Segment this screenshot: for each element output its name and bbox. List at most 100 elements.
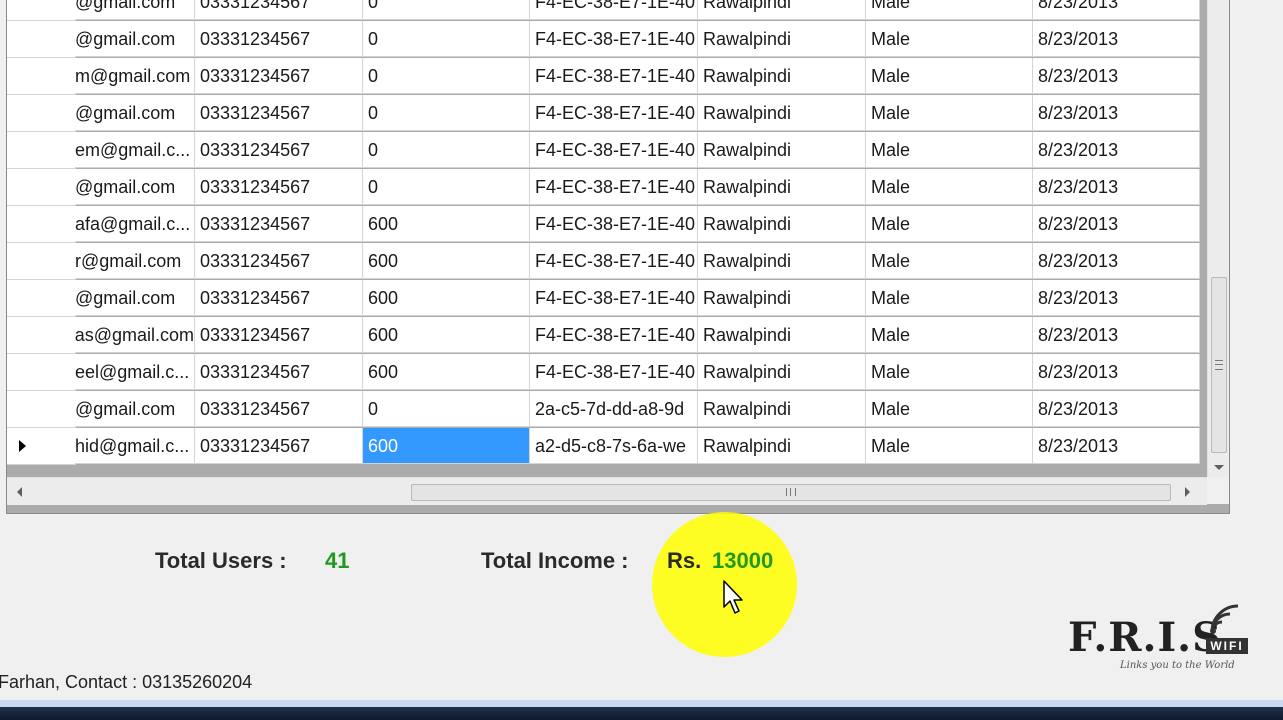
phone-cell[interactable]: 03331234567	[195, 95, 363, 131]
row-header[interactable]	[7, 243, 76, 280]
gender-cell[interactable]: Male	[866, 0, 1033, 20]
row-header[interactable]	[7, 132, 76, 169]
city-cell[interactable]: Rawalpindi	[698, 243, 866, 279]
city-cell[interactable]: Rawalpindi	[698, 391, 866, 427]
scroll-down-arrow-icon[interactable]	[1214, 465, 1224, 470]
horizontal-scroll-thumb[interactable]	[411, 484, 1171, 501]
table-row[interactable]: as@gmail.com 03331234567 600 F4-EC-38-E7-1E…	[7, 317, 1200, 354]
phone-cell[interactable]: 03331234567	[195, 21, 363, 57]
phone-cell[interactable]: 03331234567	[195, 132, 363, 168]
amount-cell[interactable]: 600	[363, 354, 530, 390]
date-cell[interactable]: 8/23/2013	[1033, 0, 1200, 20]
table-row[interactable]: em@gmail.c... 03331234567 0 F4-EC-38-E7-1E-…	[7, 132, 1200, 169]
row-header[interactable]	[7, 21, 76, 58]
email-cell[interactable]: em@gmail.c...	[75, 132, 195, 168]
phone-cell[interactable]: 03331234567	[195, 169, 363, 205]
phone-cell[interactable]: 03331234567	[195, 354, 363, 390]
row-header[interactable]	[7, 169, 76, 206]
date-cell[interactable]: 8/23/2013	[1033, 21, 1200, 57]
date-cell[interactable]: 8/23/2013	[1033, 280, 1200, 316]
amount-cell[interactable]: 0	[363, 132, 530, 168]
gender-cell[interactable]: Male	[866, 58, 1033, 94]
table-row[interactable]: @gmail.com 03331234567 0 F4-EC-38-E7-1E-40 R…	[7, 169, 1200, 206]
table-row[interactable]: hid@gmail.c... 03331234567 600 a2-d5-c8-7s-…	[7, 428, 1200, 465]
mac-cell[interactable]: F4-EC-38-E7-1E-40	[530, 354, 698, 390]
table-row[interactable]: @gmail.com 03331234567 600 F4-EC-38-E7-1E-4…	[7, 280, 1200, 317]
email-cell[interactable]: r@gmail.com	[75, 243, 195, 279]
row-header[interactable]	[7, 280, 76, 317]
date-cell[interactable]: 8/23/2013	[1033, 354, 1200, 390]
amount-cell[interactable]: 0	[363, 58, 530, 94]
gender-cell[interactable]: Male	[866, 354, 1033, 390]
table-row[interactable]: r@gmail.com 03331234567 600 F4-EC-38-E7-1E-…	[7, 243, 1200, 280]
amount-cell[interactable]: 0	[363, 0, 530, 20]
mac-cell[interactable]: F4-EC-38-E7-1E-40	[530, 21, 698, 57]
row-header[interactable]	[7, 428, 76, 465]
gender-cell[interactable]: Male	[866, 132, 1033, 168]
phone-cell[interactable]: 03331234567	[195, 391, 363, 427]
city-cell[interactable]: Rawalpindi	[698, 58, 866, 94]
mac-cell[interactable]: F4-EC-38-E7-1E-40	[530, 206, 698, 242]
mac-cell[interactable]: F4-EC-38-E7-1E-40	[530, 132, 698, 168]
mac-cell[interactable]: F4-EC-38-E7-1E-40	[530, 58, 698, 94]
date-cell[interactable]: 8/23/2013	[1033, 132, 1200, 168]
gender-cell[interactable]: Male	[866, 428, 1033, 464]
row-header[interactable]	[7, 58, 76, 95]
mac-cell[interactable]: F4-EC-38-E7-1E-40	[530, 317, 698, 353]
vertical-scroll-thumb[interactable]	[1211, 277, 1227, 453]
email-cell[interactable]: @gmail.com	[75, 280, 195, 316]
table-row[interactable]: @gmail.com 03331234567 0 2a-c5-7d-dd-a8-9d R…	[7, 391, 1200, 428]
scroll-right-arrow-icon[interactable]	[1185, 487, 1190, 497]
vertical-scrollbar[interactable]	[1207, 0, 1229, 477]
email-cell[interactable]: @gmail.com	[75, 391, 195, 427]
table-row[interactable]: eel@gmail.c... 03331234567 600 F4-EC-38-E7-…	[7, 354, 1200, 391]
amount-cell[interactable]: 600	[363, 280, 530, 316]
email-cell[interactable]: eel@gmail.c...	[75, 354, 195, 390]
amount-cell[interactable]: 600	[363, 317, 530, 353]
phone-cell[interactable]: 03331234567	[195, 0, 363, 20]
gender-cell[interactable]: Male	[866, 243, 1033, 279]
date-cell[interactable]: 8/23/2013	[1033, 206, 1200, 242]
gender-cell[interactable]: Male	[866, 95, 1033, 131]
mac-cell[interactable]: F4-EC-38-E7-1E-40	[530, 280, 698, 316]
mac-cell[interactable]: a2-d5-c8-7s-6a-we	[530, 428, 698, 464]
amount-cell[interactable]: 0	[363, 391, 530, 427]
date-cell[interactable]: 8/23/2013	[1033, 317, 1200, 353]
date-cell[interactable]: 8/23/2013	[1033, 243, 1200, 279]
table-row[interactable]: @gmail.com 03331234567 0 F4-EC-38-E7-1E-40 R…	[7, 0, 1200, 21]
date-cell[interactable]: 8/23/2013	[1033, 428, 1200, 464]
phone-cell[interactable]: 03331234567	[195, 206, 363, 242]
email-cell[interactable]: m@gmail.com	[75, 58, 195, 94]
mac-cell[interactable]: F4-EC-38-E7-1E-40	[530, 169, 698, 205]
phone-cell[interactable]: 03331234567	[195, 58, 363, 94]
phone-cell[interactable]: 03331234567	[195, 428, 363, 464]
gender-cell[interactable]: Male	[866, 391, 1033, 427]
row-header[interactable]	[7, 95, 76, 132]
row-header[interactable]	[7, 317, 76, 354]
city-cell[interactable]: Rawalpindi	[698, 132, 866, 168]
city-cell[interactable]: Rawalpindi	[698, 0, 866, 20]
city-cell[interactable]: Rawalpindi	[698, 317, 866, 353]
amount-cell[interactable]: 600	[363, 243, 530, 279]
gender-cell[interactable]: Male	[866, 280, 1033, 316]
users-data-grid[interactable]: @gmail.com 03331234567 0 F4-EC-38-E7-1E-40 R…	[6, 0, 1230, 514]
table-row[interactable]: m@gmail.com 03331234567 0 F4-EC-38-E7-1E-40…	[7, 58, 1200, 95]
gender-cell[interactable]: Male	[866, 206, 1033, 242]
email-cell[interactable]: @gmail.com	[75, 95, 195, 131]
email-cell[interactable]: as@gmail.com	[75, 317, 195, 353]
table-row[interactable]: @gmail.com 03331234567 0 F4-EC-38-E7-1E-40 R…	[7, 95, 1200, 132]
row-header[interactable]	[7, 206, 76, 243]
city-cell[interactable]: Rawalpindi	[698, 21, 866, 57]
amount-cell[interactable]: 0	[363, 21, 530, 57]
phone-cell[interactable]: 03331234567	[195, 243, 363, 279]
mac-cell[interactable]: F4-EC-38-E7-1E-40	[530, 243, 698, 279]
gender-cell[interactable]: Male	[866, 169, 1033, 205]
city-cell[interactable]: Rawalpindi	[698, 95, 866, 131]
gender-cell[interactable]: Male	[866, 317, 1033, 353]
table-row[interactable]: @gmail.com 03331234567 0 F4-EC-38-E7-1E-40 R…	[7, 21, 1200, 58]
amount-cell[interactable]: 0	[363, 169, 530, 205]
email-cell[interactable]: @gmail.com	[75, 169, 195, 205]
amount-cell[interactable]: 0	[363, 95, 530, 131]
mac-cell[interactable]: F4-EC-38-E7-1E-40	[530, 95, 698, 131]
mac-cell[interactable]: F4-EC-38-E7-1E-40	[530, 0, 698, 20]
